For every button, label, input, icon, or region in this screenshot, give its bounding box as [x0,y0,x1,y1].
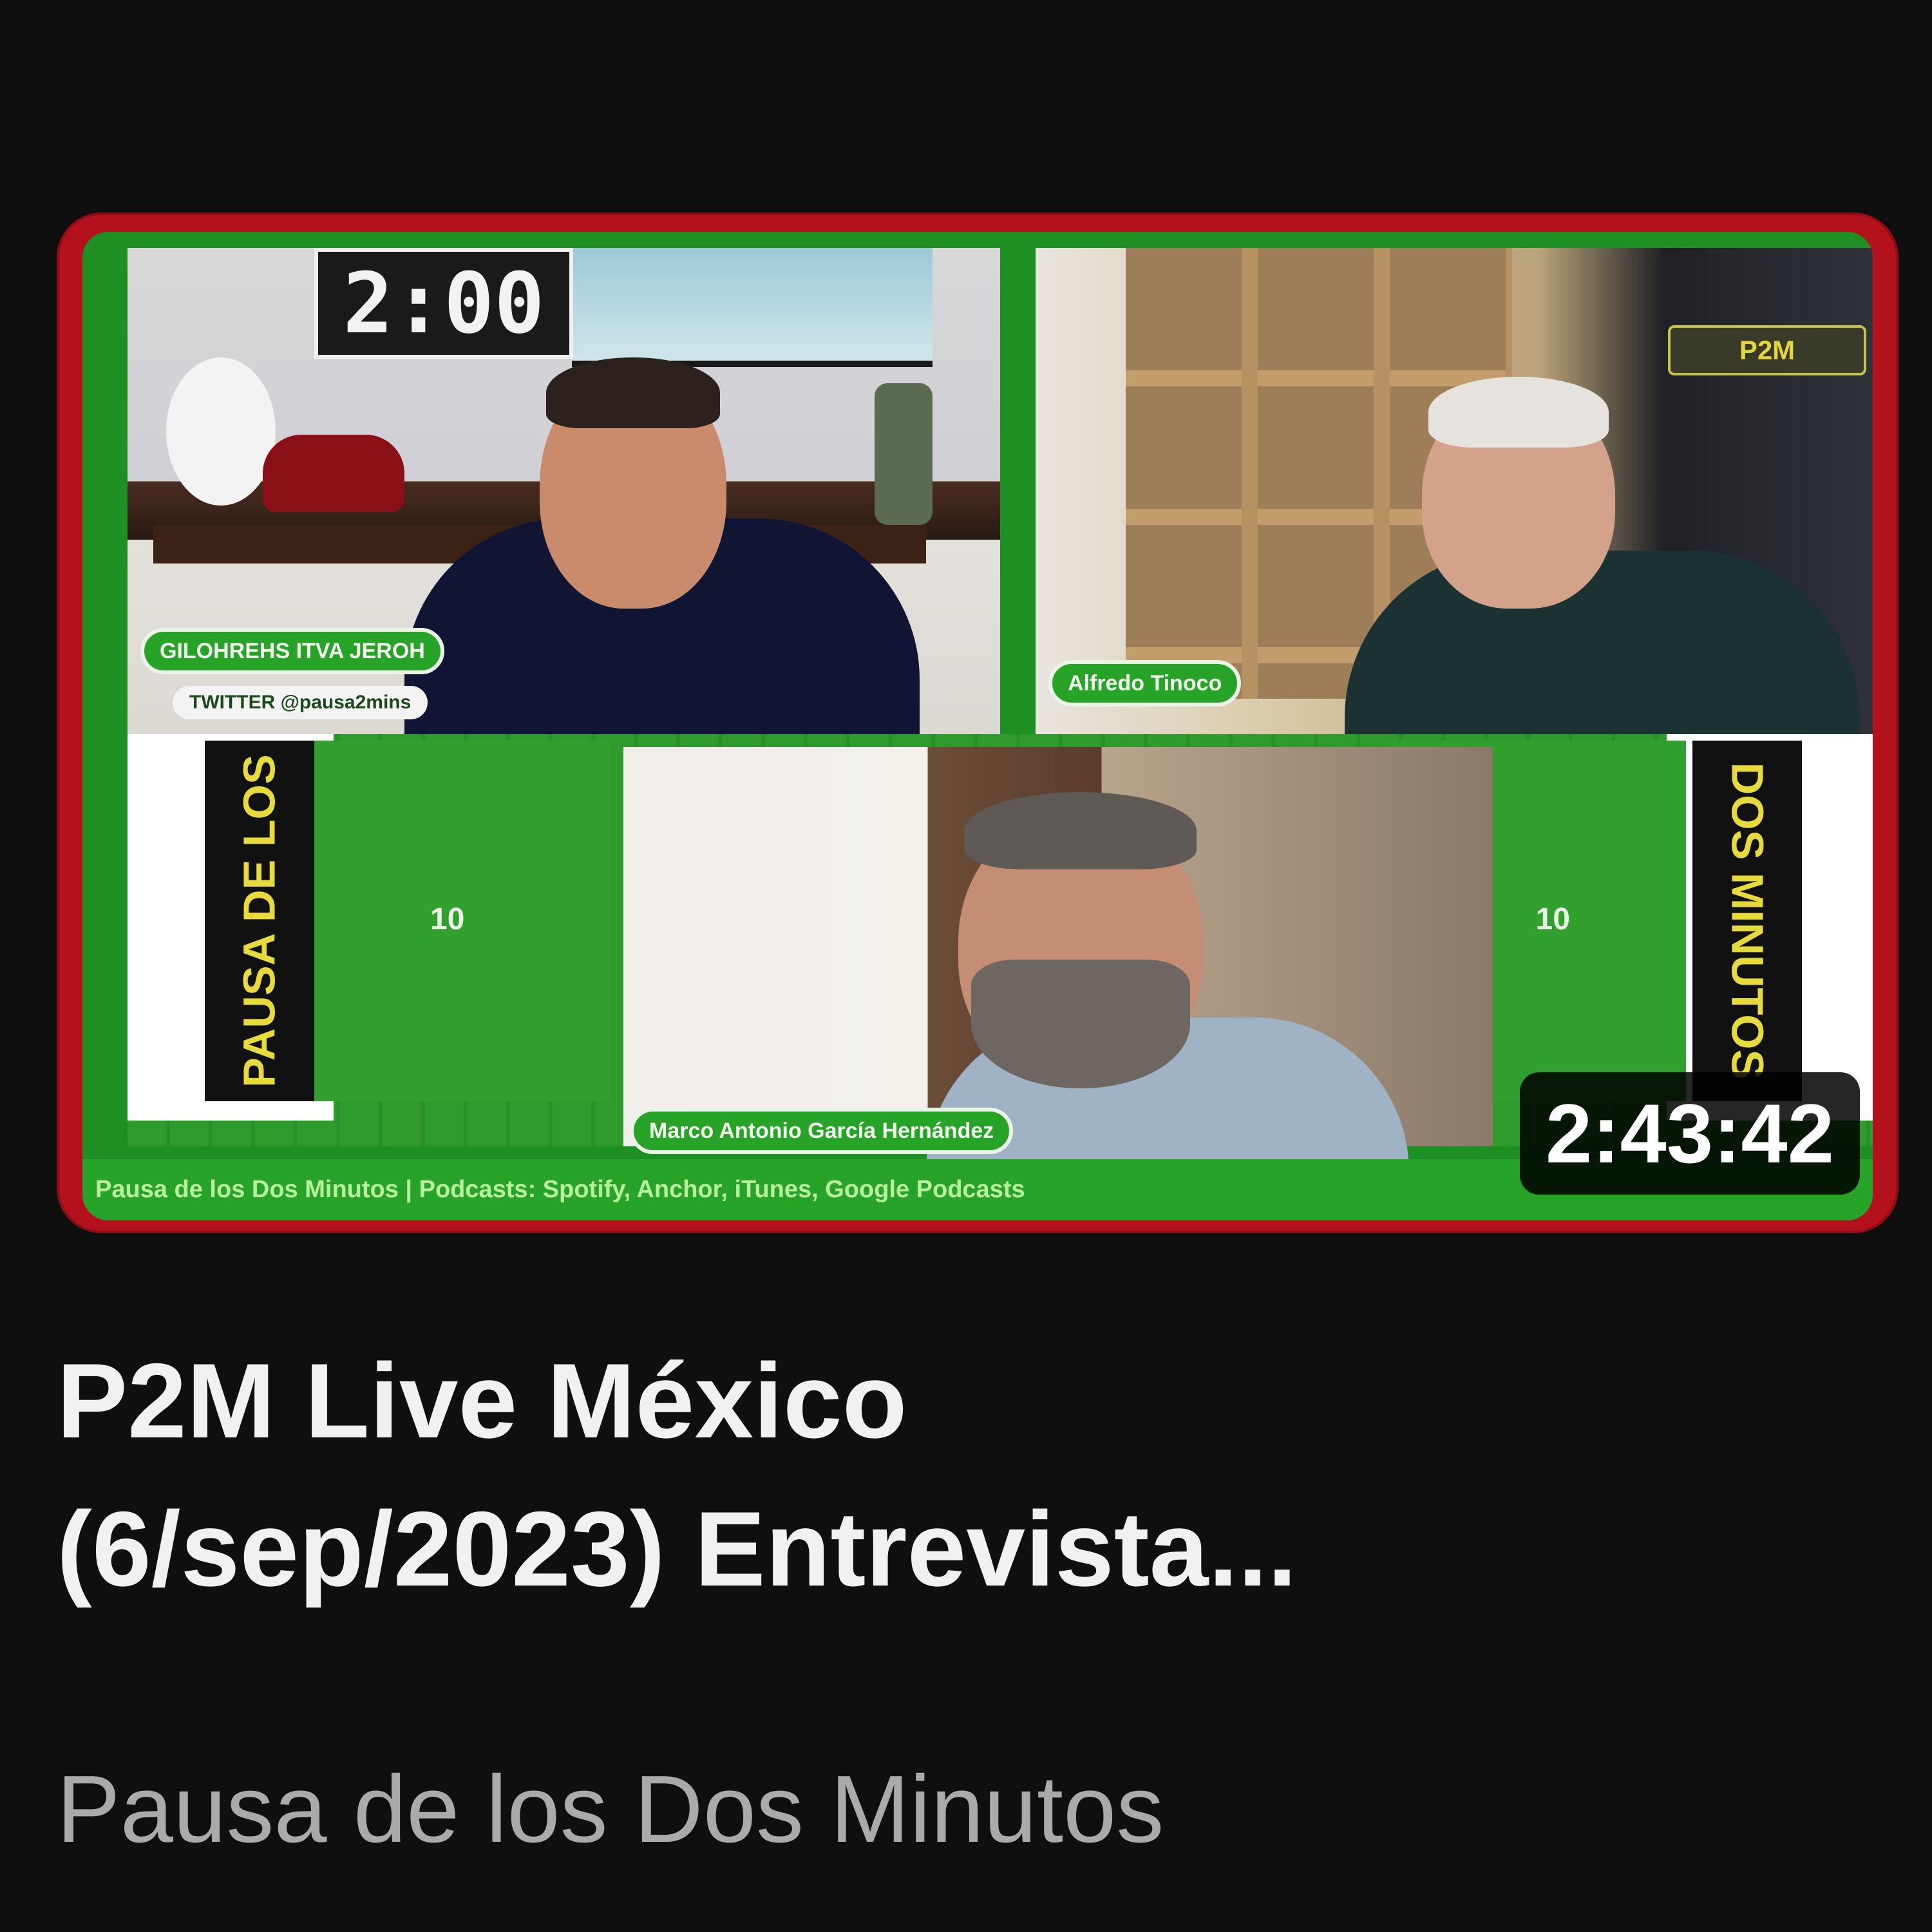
vertical-banner-right: DOS MINUTOS [1692,741,1802,1101]
football-icon [166,357,276,506]
scoreboard-clock: 2:00 [314,248,573,359]
yard-marker: 10 [1535,902,1570,936]
participant-video-1: 2:00 GILOHREHS ITVA JEROH TWITTER @pausa… [128,248,1000,734]
participant-2-nametag: Alfredo Tinoco [1048,660,1242,706]
video-card[interactable]: PAUSA DE LOS DOS MINUTOS 10 10 Marco Ant… [0,0,1932,1932]
yard-marker: 10 [430,902,465,936]
duration-badge: 2:43:42 [1519,1072,1860,1195]
background-screen [572,248,933,367]
vertical-banner-left: PAUSA DE LOS [205,741,314,1101]
participant-video-2: P2M Alfredo Tinoco [1036,248,1873,734]
channel-logo-chip: P2M [1668,325,1866,375]
channel-name[interactable]: Pausa de los Dos Minutos [57,1752,1164,1868]
participant-3-nametag: Marco Antonio García Hernández [630,1108,1014,1154]
participant-video-3 [623,747,1493,1185]
video-title-line-1: P2M Live México [57,1341,907,1460]
trophy-icon [875,383,933,525]
participant-1-nametag: GILOHREHS ITVA JEROH [140,628,444,674]
video-title-line-2: (6/sep/2023) Entrevista... [57,1490,1297,1608]
video-thumbnail[interactable]: PAUSA DE LOS DOS MINUTOS 10 10 Marco Ant… [57,213,1899,1233]
helmet-icon [263,435,404,512]
video-title[interactable]: P2M Live México (6/sep/2023) Entrevista.… [57,1327,1795,1623]
participant-1-subtag: TWITTER @pausa2mins [173,686,428,719]
